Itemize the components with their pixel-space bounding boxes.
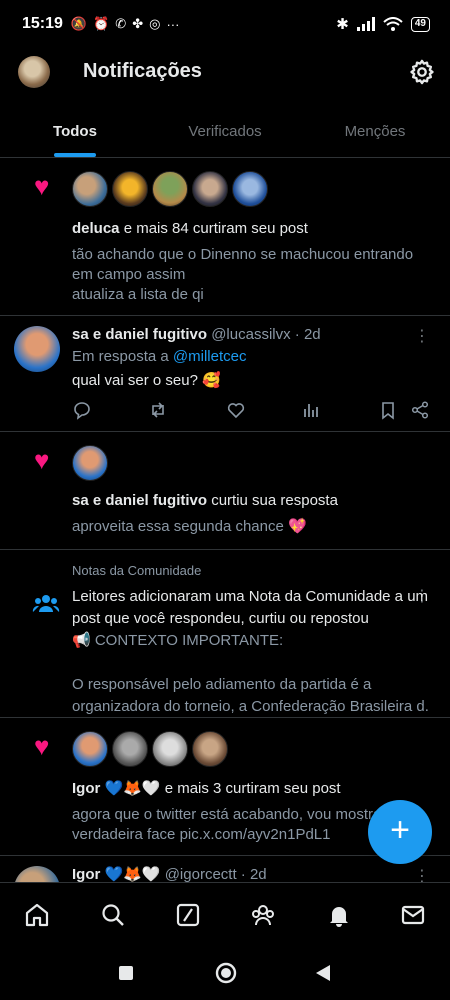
notification-community-note[interactable]: Notas da Comunidade ⋮ Leitores adicionar…: [0, 550, 450, 718]
page-title: Notificações: [83, 60, 202, 82]
heart-icon: ♥: [34, 731, 50, 761]
community-notes-label: Notas da Comunidade: [72, 563, 202, 578]
notifications-feed: ♥ deluca e mais 84 curtiram seu post tão…: [0, 158, 450, 882]
notification-text: Igor 💙🦊🤍 e mais 3 curtiram seu post: [72, 778, 430, 800]
repost-icon[interactable]: [148, 400, 168, 420]
tab-mencoes[interactable]: Menções: [300, 110, 450, 157]
action-text: e mais 84 curtiram seu post: [119, 220, 308, 237]
note-text: O responsável pelo adiamento da partida …: [72, 676, 372, 693]
liker-avatars: [72, 171, 268, 207]
notification-reply[interactable]: sa e daniel fugitivo @lucassilvx · 2d ⋮ …: [0, 316, 450, 432]
avatar[interactable]: [152, 731, 188, 767]
instagram-icon: ◎: [149, 16, 161, 31]
signal-icon: [356, 17, 375, 31]
wifi-icon: [383, 17, 403, 31]
avatar[interactable]: [192, 731, 228, 767]
people-icon: [32, 595, 60, 612]
post-header: sa e daniel fugitivo @lucassilvx · 2d: [72, 324, 410, 346]
back-icon[interactable]: [314, 963, 332, 983]
more-options-icon[interactable]: ⋮: [414, 329, 430, 345]
status-icons: 🔕 ⏰ ✆ ✤ ◎ ···: [71, 16, 180, 32]
author-name[interactable]: sa e daniel fugitivo: [72, 326, 207, 343]
profile-avatar[interactable]: [18, 56, 50, 88]
avatar[interactable]: [72, 731, 108, 767]
notifications-bell-icon[interactable]: [326, 902, 352, 928]
pinwheel-icon: ✤: [132, 16, 144, 31]
note-text: Leitores adicionaram uma Nota da Comunid…: [72, 588, 429, 605]
notification-text: deluca e mais 84 curtiram seu post: [72, 218, 430, 240]
actor-name[interactable]: Igor 💙🦊🤍: [72, 780, 161, 797]
note-text: organizadora do torneio, a Confederação …: [72, 698, 430, 715]
search-icon[interactable]: [100, 902, 126, 928]
post-snippet: aproveita essa segunda chance 💖: [72, 518, 307, 535]
communities-icon[interactable]: [250, 902, 276, 928]
grok-icon[interactable]: [175, 902, 201, 928]
author-handle[interactable]: @lucassilvx: [211, 326, 290, 343]
action-text: e mais 3 curtiram seu post: [160, 780, 341, 797]
views-icon[interactable]: [301, 400, 321, 420]
heart-icon: ♥: [34, 171, 50, 201]
bluetooth-icon: ✱: [336, 16, 349, 33]
status-bar: 15:19 🔕 ⏰ ✆ ✤ ◎ ··· ✱ 49: [0, 0, 450, 48]
reply-icon[interactable]: [72, 400, 92, 420]
more-options-icon[interactable]: ⋮: [414, 869, 430, 883]
tab-bar: Todos Verificados Menções: [0, 110, 450, 158]
post-snippet: em campo assim: [72, 266, 186, 283]
avatar[interactable]: [112, 731, 148, 767]
author-handle[interactable]: @igorcectt: [165, 866, 237, 882]
tab-verificados[interactable]: Verificados: [150, 110, 300, 157]
post-time: · 2d: [240, 866, 267, 882]
bottom-nav: [0, 882, 450, 948]
post-time: · 2d: [294, 326, 321, 343]
author-name[interactable]: Igor 💙🦊🤍: [72, 866, 161, 882]
action-text: curtiu sua resposta: [207, 492, 338, 509]
tab-todos[interactable]: Todos: [0, 110, 150, 157]
post-text: qual vai ser o seu? 🥰: [72, 372, 221, 389]
notification-text: sa e daniel fugitivo curtiu sua resposta: [72, 490, 430, 512]
actor-name[interactable]: deluca: [72, 220, 120, 237]
reply-to-handle[interactable]: @milletcec: [173, 348, 247, 365]
bookmark-icon[interactable]: [378, 400, 398, 420]
actor-name[interactable]: sa e daniel fugitivo: [72, 492, 207, 509]
post-snippet: atualiza a lista de qi: [72, 286, 204, 303]
heart-icon: ♥: [34, 445, 50, 475]
reply-context: Em resposta a @milletcec: [72, 346, 430, 368]
notification-post[interactable]: Igor 💙🦊🤍 @igorcectt · 2d ⋮: [0, 856, 450, 882]
header: Notificações: [0, 48, 450, 96]
recents-icon[interactable]: [118, 965, 134, 981]
note-text: post que você respondeu, curtiu ou repos…: [72, 610, 369, 627]
avatar[interactable]: [72, 445, 108, 481]
liker-avatars: [72, 445, 108, 481]
system-nav-bar: [0, 948, 450, 1000]
avatar[interactable]: [152, 171, 188, 207]
whatsapp-icon: ✆: [115, 16, 127, 31]
avatar[interactable]: [72, 171, 108, 207]
status-time: 15:19: [22, 15, 63, 32]
alarm-icon: ⏰: [93, 16, 110, 31]
notification-like[interactable]: ♥ sa e daniel fugitivo curtiu sua respos…: [0, 432, 450, 550]
messages-icon[interactable]: [400, 902, 426, 928]
notification-like[interactable]: ♥ deluca e mais 84 curtiram seu post tão…: [0, 158, 450, 316]
gear-icon[interactable]: [408, 58, 436, 86]
battery-indicator: 49: [410, 16, 430, 32]
share-icon[interactable]: [410, 400, 430, 420]
post-header: Igor 💙🦊🤍 @igorcectt · 2d: [72, 864, 410, 882]
note-text: 📢 CONTEXTO IMPORTANTE:: [72, 632, 284, 649]
reply-prefix: Em resposta a: [72, 348, 173, 365]
liker-avatars: [72, 731, 228, 767]
avatar[interactable]: [192, 171, 228, 207]
avatar[interactable]: [232, 171, 268, 207]
post-actions: [72, 400, 430, 422]
avatar[interactable]: [112, 171, 148, 207]
post-snippet: tão achando que o Dinenno se machucou en…: [72, 246, 414, 263]
like-icon[interactable]: [226, 400, 246, 420]
compose-button[interactable]: +: [368, 800, 432, 864]
home-circle-icon[interactable]: [214, 961, 238, 985]
more-dots-icon: ···: [166, 16, 180, 32]
avatar[interactable]: [14, 326, 60, 372]
avatar[interactable]: [14, 866, 60, 882]
mute-icon: 🔕: [70, 16, 88, 31]
home-icon[interactable]: [24, 902, 50, 928]
status-right: ✱ 49: [336, 15, 430, 33]
